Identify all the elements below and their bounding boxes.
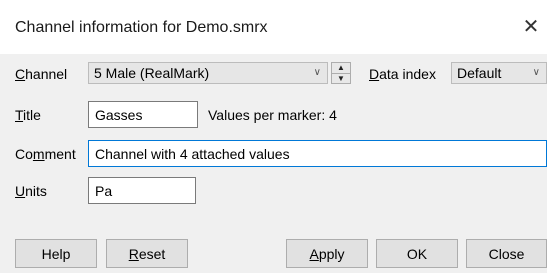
chevron-down-icon: ∨ (532, 67, 540, 78)
title-bar: Channel information for Demo.smrx ✕ (0, 0, 547, 54)
comment-value: Channel with 4 attached values (95, 146, 290, 162)
title-input[interactable]: Gasses (88, 101, 198, 128)
comment-label: Comment (15, 146, 76, 162)
reset-button[interactable]: Reset (106, 239, 188, 268)
close-icon[interactable]: ✕ (518, 14, 544, 40)
chevron-down-icon: ∨ (313, 67, 321, 78)
title-label: Title (15, 107, 41, 123)
triangle-up-icon[interactable]: ▲ (332, 63, 350, 74)
values-per-marker-text: Values per marker: 4 (208, 107, 337, 123)
units-input[interactable]: Pa (88, 177, 196, 204)
units-value: Pa (95, 183, 113, 199)
units-label: Units (15, 183, 47, 199)
window-title: Channel information for Demo.smrx (15, 19, 268, 36)
triangle-down-icon[interactable]: ▼ (332, 74, 350, 84)
data-index-dropdown[interactable]: Default ∨ (451, 62, 547, 84)
channel-value: 5 Male (RealMark) (94, 65, 210, 81)
channel-label: Channel (15, 66, 68, 82)
apply-button[interactable]: Apply (286, 239, 368, 268)
data-index-label: Data index (369, 66, 436, 82)
ok-button[interactable]: OK (376, 239, 458, 268)
close-button[interactable]: Close (466, 239, 547, 268)
data-index-value: Default (457, 65, 502, 81)
channel-spinner[interactable]: ▲ ▼ (331, 62, 351, 84)
comment-input[interactable]: Channel with 4 attached values (88, 140, 547, 167)
help-button[interactable]: Help (15, 239, 97, 268)
title-value: Gasses (95, 107, 143, 123)
channel-dropdown[interactable]: 5 Male (RealMark) ∨ (88, 62, 328, 84)
